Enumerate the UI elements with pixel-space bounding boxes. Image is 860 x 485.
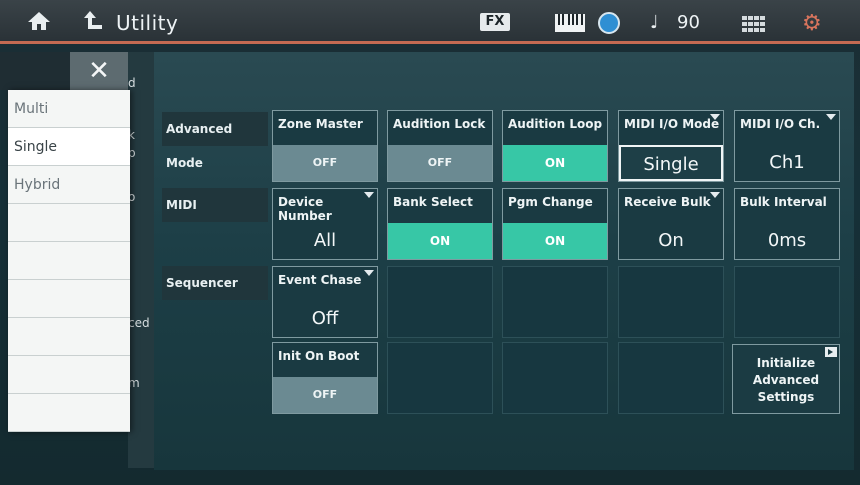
empty-slot	[502, 266, 608, 338]
empty-slot	[734, 266, 840, 338]
init-label-line3: Settings	[757, 390, 815, 404]
fragment-text: d	[128, 76, 136, 90]
bulk-interval-value[interactable]: 0ms	[735, 223, 839, 259]
midi-io-mode-cell[interactable]: MIDI I/O Mode Single	[618, 110, 724, 182]
cell-label: Receive Bulk	[624, 195, 711, 209]
row-label-sequencer: Sequencer	[162, 266, 268, 300]
init-label-line1: Initialize	[756, 356, 816, 370]
init-label-line2: Advanced	[752, 373, 820, 387]
cell-label: Device Number	[278, 195, 332, 223]
event-chase-value[interactable]: Off	[273, 301, 377, 337]
list-item-single[interactable]: Single	[8, 128, 130, 166]
list-item-hybrid[interactable]: Hybrid	[8, 166, 130, 204]
list-item-multi[interactable]: Multi	[8, 90, 130, 128]
zone-master-value[interactable]: OFF	[273, 145, 377, 181]
up-arrow-icon[interactable]	[82, 9, 104, 33]
list-item[interactable]	[8, 204, 130, 242]
fx-badge[interactable]: FX	[480, 13, 510, 31]
audition-lock-value[interactable]: OFF	[388, 145, 492, 181]
cell-label: Event Chase	[278, 273, 362, 287]
init-on-boot-value[interactable]: OFF	[273, 377, 377, 413]
option-list: Multi Single Hybrid	[8, 90, 130, 432]
event-chase-cell[interactable]: Event Chase Off	[272, 266, 378, 338]
grid-icon[interactable]	[742, 16, 766, 32]
list-item[interactable]	[8, 242, 130, 280]
yamaha-logo-icon[interactable]	[598, 12, 620, 34]
cell-label: Bulk Interval	[740, 195, 827, 209]
cell-label: Bank Select	[393, 195, 473, 209]
row-label-advanced-mode: Advanced Mode	[162, 112, 268, 170]
empty-slot	[387, 342, 493, 414]
empty-slot	[618, 266, 724, 338]
tempo-value[interactable]: 90	[677, 12, 700, 33]
device-number-value[interactable]: All	[273, 223, 377, 259]
header-bar: Utility FX ♩ 90 ⚙	[0, 0, 860, 44]
behind-list-strip: d k p o ced m	[128, 52, 154, 468]
midi-io-mode-value[interactable]: Single	[619, 145, 723, 181]
audition-loop-value[interactable]: ON	[503, 145, 607, 181]
screen: Utility FX ♩ 90 ⚙ d k p o ced m ✕ Multi …	[0, 0, 860, 485]
bank-select-cell[interactable]: Bank Select ON	[387, 188, 493, 260]
note-icon: ♩	[650, 12, 659, 33]
init-on-boot-cell[interactable]: Init On Boot OFF	[272, 342, 378, 414]
cell-label: Audition Lock	[393, 117, 486, 131]
cell-label: Audition Loop	[508, 117, 603, 131]
settings-panel: Advanced Mode MIDI Sequencer Zone Master…	[154, 52, 854, 470]
receive-bulk-value[interactable]: On	[619, 223, 723, 259]
cell-label: Init On Boot	[278, 349, 360, 363]
audition-loop-cell[interactable]: Audition Loop ON	[502, 110, 608, 182]
dropdown-indicator-icon	[710, 192, 720, 198]
device-number-cell[interactable]: Device Number All	[272, 188, 378, 260]
cell-label: MIDI I/O Mode	[624, 117, 720, 131]
list-item[interactable]	[8, 318, 130, 356]
zone-master-cell[interactable]: Zone Master OFF	[272, 110, 378, 182]
pgm-change-cell[interactable]: Pgm Change ON	[502, 188, 608, 260]
empty-slot	[618, 342, 724, 414]
audition-lock-cell[interactable]: Audition Lock OFF	[387, 110, 493, 182]
dropdown-indicator-icon	[710, 114, 720, 120]
list-item[interactable]	[8, 280, 130, 318]
empty-slot	[387, 266, 493, 338]
initialize-advanced-settings-button[interactable]: Initialize Advanced Settings	[732, 344, 840, 414]
page-title: Utility	[116, 11, 179, 35]
row-label-midi: MIDI	[162, 188, 268, 222]
cell-label: MIDI I/O Ch.	[740, 117, 821, 131]
close-button[interactable]: ✕	[70, 52, 128, 90]
keyboard-icon[interactable]	[555, 14, 585, 32]
midi-io-ch-cell[interactable]: MIDI I/O Ch. Ch1	[734, 110, 840, 182]
cell-label: Pgm Change	[508, 195, 593, 209]
midi-io-ch-value[interactable]: Ch1	[735, 145, 839, 181]
gear-icon[interactable]: ⚙	[802, 11, 822, 36]
dropdown-indicator-icon	[364, 192, 374, 198]
bank-select-value[interactable]: ON	[388, 223, 492, 259]
cell-label: Zone Master	[278, 117, 363, 131]
home-icon[interactable]	[26, 10, 52, 32]
list-item[interactable]	[8, 356, 130, 394]
receive-bulk-cell[interactable]: Receive Bulk On	[618, 188, 724, 260]
fragment-text: ced	[128, 316, 150, 330]
dropdown-indicator-icon	[364, 270, 374, 276]
pgm-change-value[interactable]: ON	[503, 223, 607, 259]
bulk-interval-cell[interactable]: Bulk Interval 0ms	[734, 188, 840, 260]
play-corner-icon	[825, 347, 837, 357]
empty-slot	[502, 342, 608, 414]
dropdown-indicator-icon	[826, 114, 836, 120]
list-item[interactable]	[8, 394, 130, 432]
